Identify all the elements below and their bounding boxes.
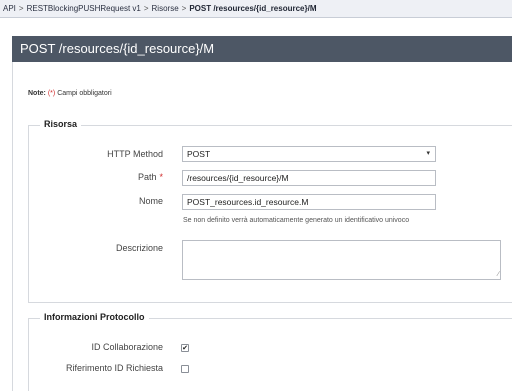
note-label: Note: — [28, 90, 46, 97]
breadcrumb-item-current: POST /resources/{id_resource}/M — [189, 4, 317, 13]
riferimento-id-label: Riferimento ID Richiesta — [65, 363, 163, 373]
path-label: Path * — [138, 172, 163, 182]
breadcrumb: API > RESTBlockingPUSHRequest v1 > Risorse > P… — [0, 0, 512, 18]
descrizione-textarea[interactable]: ∕ — [182, 240, 501, 280]
breadcrumb-separator: > — [143, 4, 149, 13]
id-collaborazione-label: ID Collaborazione — [91, 342, 163, 352]
http-method-select[interactable]: POST ▾ — [182, 146, 436, 162]
descrizione-label: Descrizione — [115, 243, 163, 253]
fieldset-risorsa-border — [28, 125, 29, 302]
riferimento-id-checkbox[interactable] — [181, 365, 189, 373]
fieldset-risorsa-legend: Risorsa — [40, 119, 82, 129]
page-title: POST /resources/{id_resource}/M — [12, 36, 512, 62]
form-panel — [12, 62, 512, 391]
breadcrumb-item-api[interactable]: API — [3, 4, 16, 13]
http-method-label: HTTP Method — [107, 149, 163, 159]
fieldset-risorsa-border — [28, 302, 512, 303]
fieldset-protocollo-legend: Informazioni Protocollo — [40, 312, 149, 322]
nome-help-text: Se non definito verrà automaticamente ge… — [183, 217, 410, 224]
path-label-text: Path — [137, 172, 157, 182]
resize-grip-icon[interactable]: ∕ — [498, 271, 499, 278]
required-star: * — [159, 172, 163, 182]
breadcrumb-separator: > — [18, 4, 24, 13]
note-text: Campi obbligatori — [57, 90, 112, 97]
chevron-down-icon: ▾ — [426, 150, 430, 157]
path-input[interactable]: /resources/{id_resource}/M — [182, 170, 436, 186]
id-collaborazione-checkbox[interactable]: ✔ — [181, 344, 189, 352]
required-note: Note: (*) Campi obbligatori — [28, 90, 112, 97]
nome-input[interactable]: POST_resources.id_resource.M — [182, 194, 436, 210]
breadcrumb-separator: > — [181, 4, 187, 13]
nome-label: Nome — [138, 196, 163, 206]
fieldset-protocollo-border — [28, 318, 29, 391]
check-icon: ✔ — [182, 345, 188, 352]
breadcrumb-item-risorse[interactable]: Risorse — [152, 4, 179, 13]
required-marker: (*) — [47, 90, 56, 97]
breadcrumb-item-api-name[interactable]: RESTBlockingPUSHRequest v1 — [27, 4, 141, 13]
http-method-value: POST — [187, 149, 211, 159]
fieldset-risorsa-border — [28, 125, 512, 126]
